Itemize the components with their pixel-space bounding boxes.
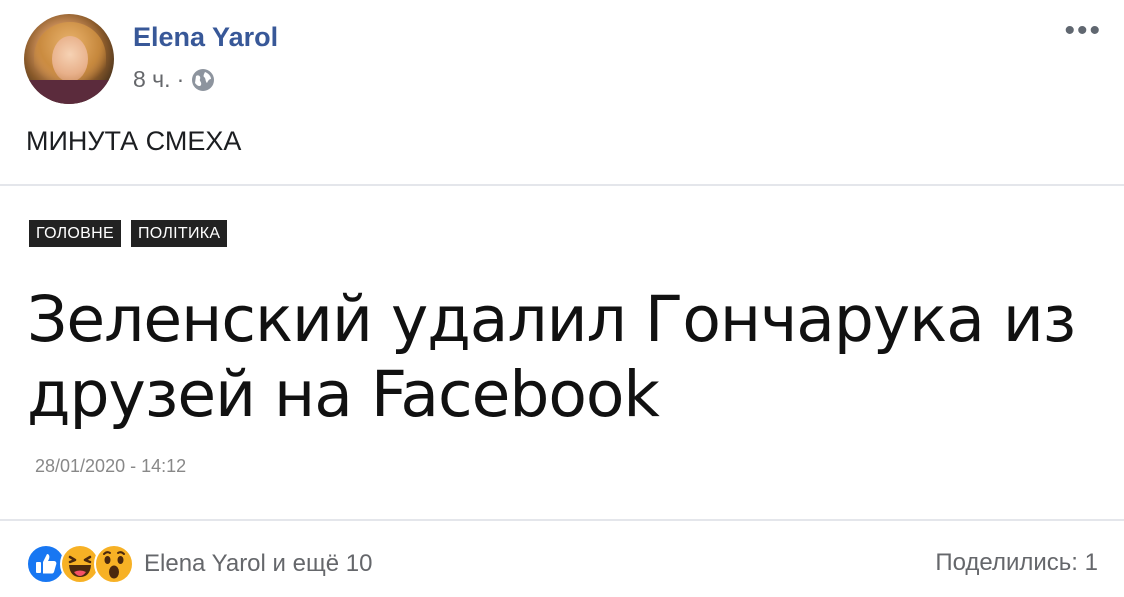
- reactions-bar[interactable]: Elena Yarol и ещё 10: [26, 544, 372, 584]
- divider: [0, 184, 1124, 186]
- avatar[interactable]: [24, 14, 114, 104]
- more-options-icon[interactable]: •••: [1064, 16, 1102, 46]
- meta-separator: ·: [176, 66, 185, 92]
- author-name-link[interactable]: Elena Yarol: [133, 22, 278, 53]
- article-headline: Зеленский удалил Гончарука из друзей на …: [27, 283, 1076, 431]
- post-time-link[interactable]: 8 ч.: [133, 66, 171, 93]
- divider: [0, 519, 1124, 521]
- avatar-shoulders: [24, 80, 114, 104]
- avatar-face: [52, 36, 88, 82]
- article-date: 28/01/2020 - 14:12: [35, 456, 187, 476]
- shares-count-link[interactable]: Поделились: 1: [935, 549, 1098, 577]
- tag-politics: ПОЛІТИКА: [130, 220, 228, 247]
- article-tags: ГОЛОВНЕ ПОЛІТИКА: [29, 220, 228, 247]
- globe-icon[interactable]: [190, 67, 216, 93]
- reactions-summary-link[interactable]: Elena Yarol и ещё 10: [144, 550, 372, 578]
- post-text: МИНУТА СМЕХА: [26, 126, 242, 156]
- tag-main: ГОЛОВНЕ: [29, 220, 121, 247]
- wow-icon[interactable]: [94, 544, 134, 584]
- post-meta: 8 ч. ·: [133, 66, 216, 93]
